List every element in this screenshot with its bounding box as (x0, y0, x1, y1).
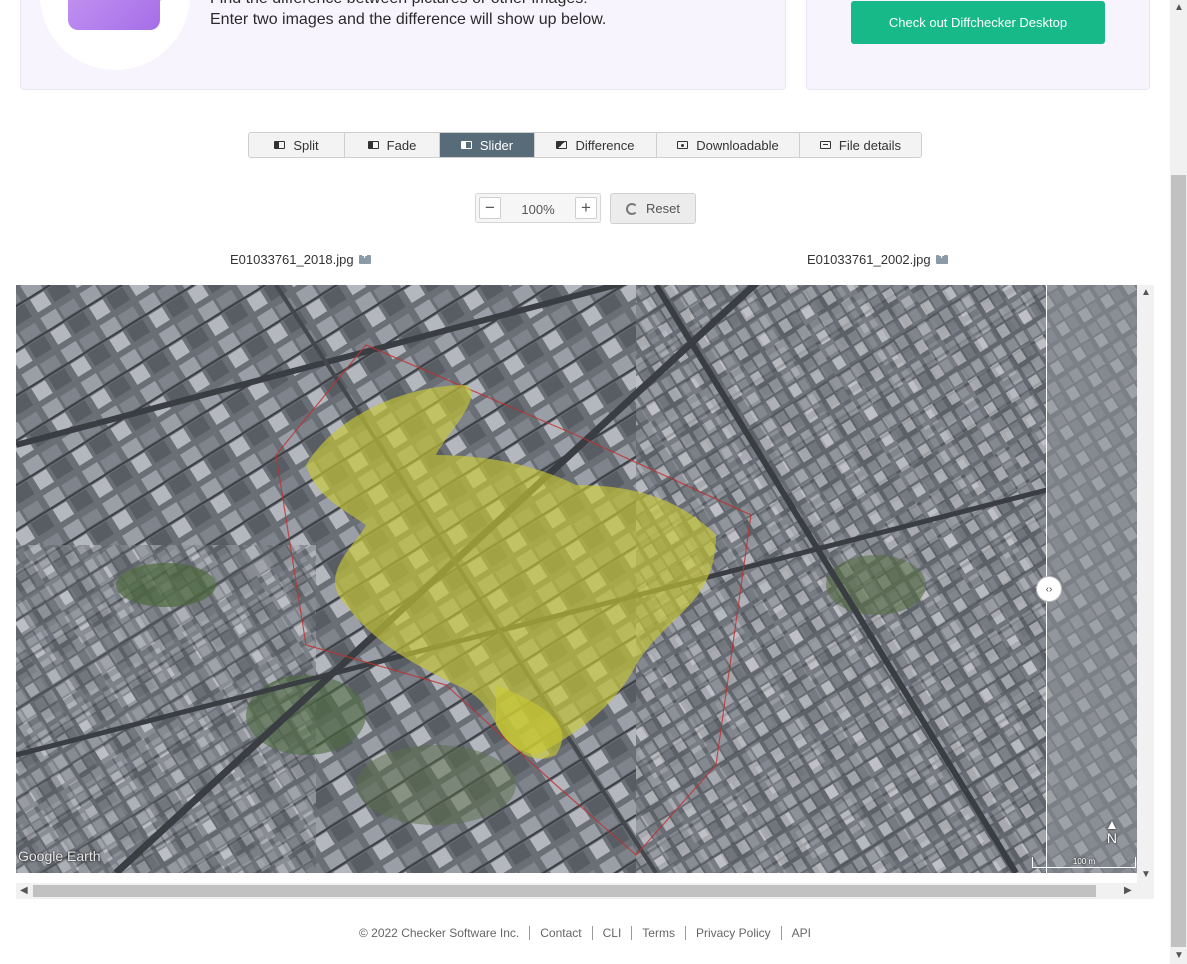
diffchecker-desktop-button[interactable]: Check out Diffchecker Desktop (851, 1, 1105, 44)
downloadable-icon (677, 141, 689, 149)
zoom-level: 100% (521, 202, 555, 217)
map-scale: 100 m (1032, 857, 1136, 868)
reset-icon (626, 202, 639, 215)
copyright: © 2022 Checker Software Inc. (358, 926, 520, 940)
footer-link-terms[interactable]: Terms (631, 926, 685, 940)
viewer-vertical-scrollbar[interactable]: ▲ ▼ (1137, 285, 1154, 884)
page-scroll-thumb[interactable] (1171, 175, 1186, 947)
tab-downloadable[interactable]: Downloadable (657, 133, 800, 157)
viewer-horizontal-scrollbar[interactable]: ◀ ▶ (16, 883, 1154, 899)
tab-label: Downloadable (696, 137, 779, 153)
right-file-label: E01033761_2002.jpg (807, 252, 931, 267)
tab-label: Slider (479, 137, 514, 153)
add-file-icon[interactable] (358, 251, 371, 264)
north-arrow-icon: ▲ N (1105, 816, 1119, 846)
footer-link-api[interactable]: API (780, 926, 821, 940)
footer: © 2022 Checker Software Inc. Contact CLI… (0, 926, 1170, 940)
tab-label: File details (838, 137, 902, 153)
scroll-left-icon[interactable]: ◀ (20, 885, 28, 896)
tab-slider[interactable]: Slider (440, 133, 535, 157)
chevron-left-right-icon: ‹› (1045, 583, 1053, 595)
zoom-control: − 100% + (475, 193, 601, 223)
north-label: N (1106, 830, 1117, 846)
footer-link-privacy[interactable]: Privacy Policy (684, 926, 781, 940)
footer-link-contact[interactable]: Contact (529, 926, 591, 940)
right-file-name: E01033761_2002.jpg (807, 251, 948, 267)
tab-file-details[interactable]: File details (800, 133, 921, 157)
intro-line-2: Enter two images and the difference will… (210, 11, 607, 28)
scroll-up-icon[interactable]: ▲ (1141, 287, 1151, 298)
page-scroll-up-icon[interactable]: ▲ (1174, 2, 1184, 13)
scroll-right-icon[interactable]: ▶ (1124, 885, 1132, 896)
tab-fade[interactable]: Fade (345, 133, 440, 157)
page-scroll-down-icon[interactable]: ▼ (1174, 950, 1184, 961)
reset-label: Reset (646, 201, 680, 216)
view-mode-tabs: Split Fade Slider Difference Downloadabl… (248, 132, 922, 158)
zoom-out-button[interactable]: − (479, 197, 501, 219)
intro-text: Find the difference between pictures or … (210, 0, 606, 30)
image-viewer[interactable] (16, 285, 1137, 873)
tab-difference[interactable]: Difference (535, 133, 657, 157)
split-icon (274, 141, 286, 149)
left-file-label: E01033761_2018.jpg (230, 252, 354, 267)
tab-label: Difference (575, 137, 635, 153)
footer-link-cli[interactable]: CLI (591, 926, 632, 940)
tab-label: Fade (386, 137, 417, 153)
scroll-down-icon[interactable]: ▼ (1141, 869, 1151, 880)
fade-icon (367, 141, 379, 149)
illustration-front (68, 0, 160, 30)
tab-label: Split (293, 137, 319, 153)
intro-line-1: Find the difference between pictures or … (210, 0, 606, 9)
zoom-in-button[interactable]: + (575, 197, 597, 219)
map-watermark: Google Earth (18, 848, 101, 864)
horizontal-scroll-thumb[interactable] (33, 885, 1096, 897)
aerial-image (16, 285, 1137, 873)
difference-icon (556, 141, 568, 149)
add-file-icon[interactable] (935, 251, 948, 264)
slider-handle[interactable]: ‹› (1036, 576, 1062, 602)
file-details-icon (819, 141, 831, 149)
slider-icon (460, 141, 472, 149)
tab-split[interactable]: Split (249, 133, 345, 157)
reset-button[interactable]: Reset (610, 193, 696, 224)
left-file-name: E01033761_2018.jpg (230, 251, 371, 267)
